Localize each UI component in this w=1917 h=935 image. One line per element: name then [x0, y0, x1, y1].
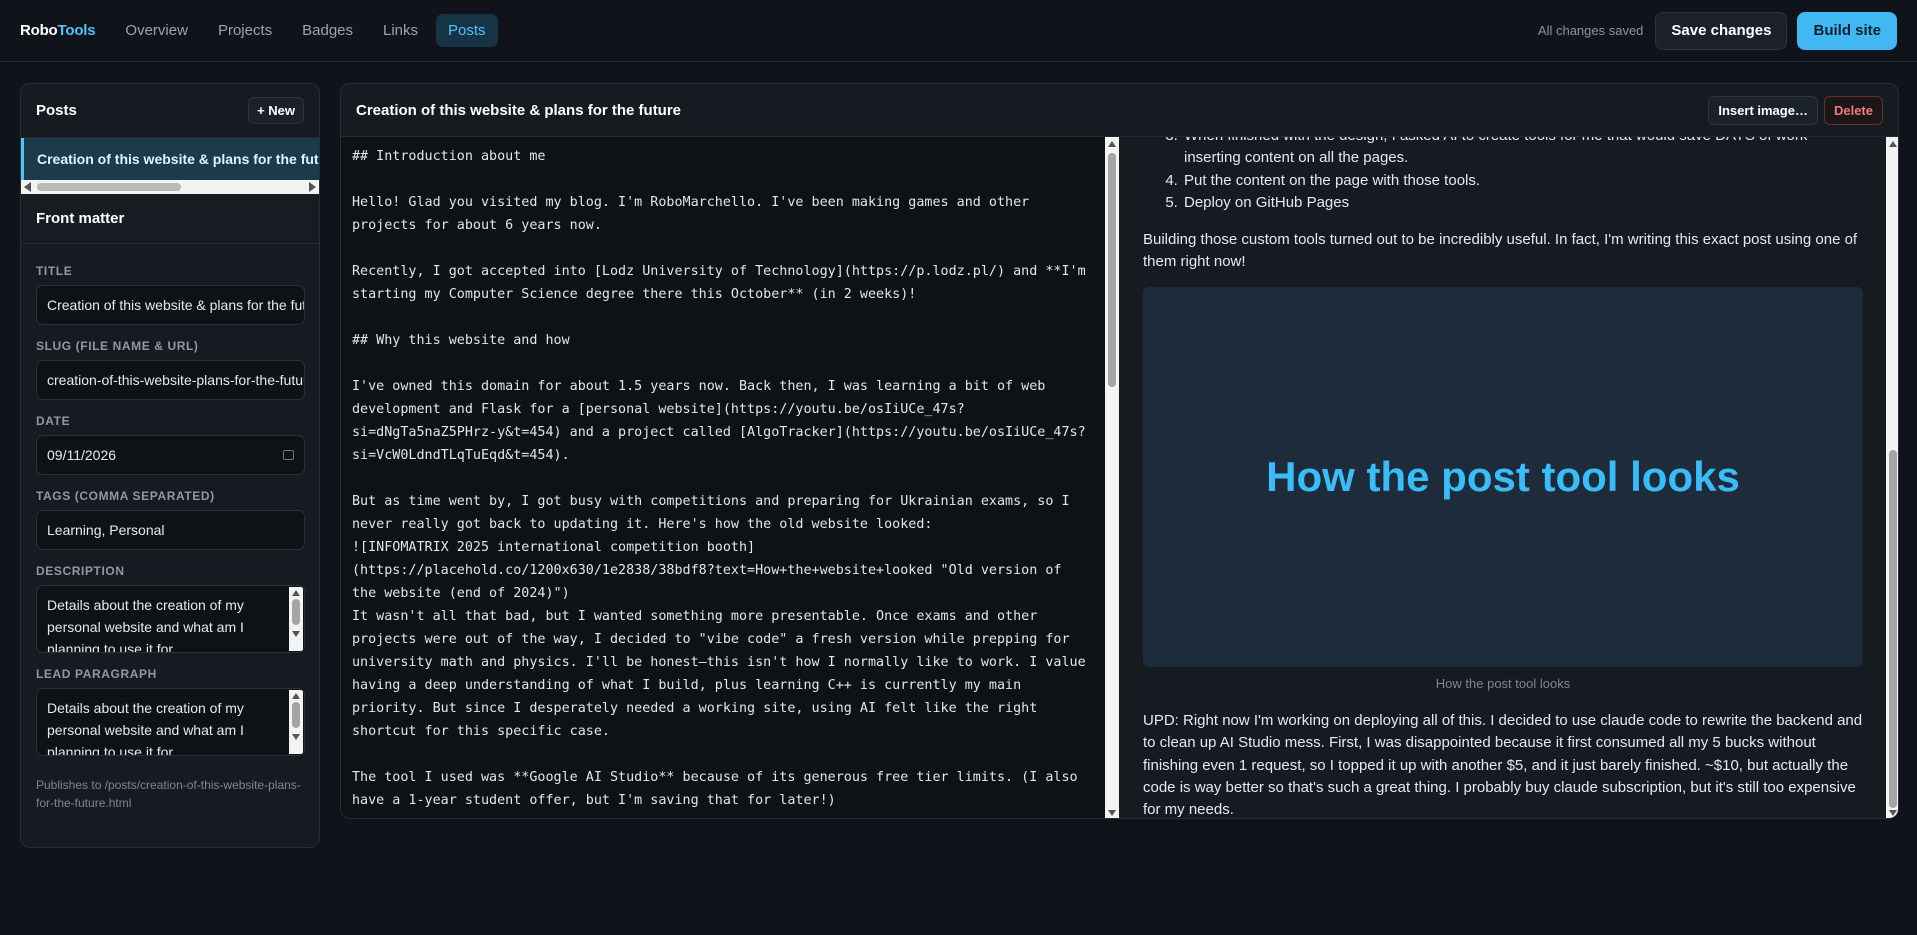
date-value: 09/11/2026	[47, 447, 117, 463]
publish-path-note: Publishes to /posts/creation-of-this-web…	[36, 778, 301, 810]
tags-input[interactable]: Learning, Personal	[36, 510, 305, 550]
lead-label: LEAD PARAGRAPH	[36, 667, 157, 681]
scroll-up-icon[interactable]	[1889, 141, 1897, 147]
scroll-up-icon[interactable]	[292, 590, 300, 596]
scroll-up-icon[interactable]	[292, 693, 300, 699]
brand-logo[interactable]: RoboTools	[20, 22, 96, 39]
preview-list-item: When finished with the design, I asked A…	[1182, 137, 1863, 170]
brand-name: Robo	[20, 22, 58, 39]
top-actions: All changes saved Save changes Build sit…	[1537, 11, 1897, 50]
scrollbar-thumb[interactable]	[37, 183, 181, 191]
scrollbar-thumb[interactable]	[1108, 153, 1116, 387]
title-input[interactable]: Creation of this website & plans for the…	[36, 285, 305, 325]
description-label: DESCRIPTION	[36, 564, 125, 578]
post-list-scrollbar[interactable]	[21, 180, 319, 194]
save-changes-button[interactable]: Save changes	[1655, 11, 1788, 50]
markdown-preview: When finished with the design, I asked A…	[1119, 137, 1898, 819]
preview-scrollbar[interactable]	[1886, 137, 1898, 818]
scrollbar-thumb[interactable]	[1889, 450, 1897, 808]
nav-links[interactable]: Links	[371, 14, 430, 47]
posts-title: Posts	[36, 102, 77, 119]
scroll-down-icon[interactable]	[1889, 810, 1897, 816]
nav-badges[interactable]: Badges	[290, 14, 365, 47]
title-label: TITLE	[36, 264, 73, 278]
description-value: Details about the creation of my persona…	[47, 597, 244, 653]
preview-paragraph: Building those custom tools turned out t…	[1143, 230, 1858, 271]
lead-scrollbar[interactable]	[289, 690, 303, 754]
markdown-text[interactable]: ## Introduction about me Hello! Glad you…	[341, 137, 1103, 812]
markdown-editor[interactable]: ## Introduction about me Hello! Glad you…	[341, 137, 1119, 818]
new-post-button[interactable]: + New	[248, 97, 304, 124]
tags-label: TAGS (COMMA SEPARATED)	[36, 489, 215, 503]
scroll-right-icon[interactable]	[309, 182, 316, 192]
scroll-down-icon[interactable]	[292, 734, 300, 740]
slug-input[interactable]: creation-of-this-website-plans-for-the-f…	[36, 360, 305, 400]
preview-image: How the post tool looks	[1143, 287, 1863, 668]
editor-actions: Insert image… Delete	[1708, 95, 1883, 125]
post-list-item[interactable]: Creation of this website & plans for the…	[21, 138, 319, 180]
save-status: All changes saved	[1537, 23, 1644, 38]
scrollbar-thumb[interactable]	[292, 702, 300, 728]
preview-paragraph-upd: UPD: Right now I'm working on deploying …	[1143, 711, 1863, 819]
preview-list-item: Put the content on the page with those t…	[1182, 170, 1863, 192]
description-textarea[interactable]: Details about the creation of my persona…	[36, 585, 305, 653]
posts-header: Posts + New	[21, 84, 319, 138]
preview-image-caption: How the post tool looks	[1435, 676, 1571, 692]
calendar-icon[interactable]	[283, 450, 294, 460]
markdown-scrollbar[interactable]	[1105, 137, 1119, 818]
nav-posts[interactable]: Posts	[436, 14, 498, 47]
preview-list-item: Deploy on GitHub Pages	[1182, 192, 1863, 214]
front-matter-title: Front matter	[21, 194, 319, 244]
preview-image-text: How the post tool looks	[1266, 453, 1740, 501]
scrollbar-thumb[interactable]	[292, 599, 300, 625]
front-matter-form: TITLE Creation of this website & plans f…	[21, 244, 319, 812]
preview-list: When finished with the design, I asked A…	[1143, 137, 1863, 215]
editor-title: Creation of this website & plans for the…	[356, 101, 682, 119]
nav-overview[interactable]: Overview	[113, 14, 200, 47]
scroll-down-icon[interactable]	[292, 631, 300, 637]
lead-value: Details about the creation of my persona…	[47, 700, 244, 756]
scroll-up-icon[interactable]	[1108, 141, 1116, 147]
scroll-down-icon[interactable]	[1108, 810, 1116, 816]
scroll-left-icon[interactable]	[24, 182, 31, 192]
slug-label: SLUG (FILE NAME & URL)	[36, 339, 199, 353]
posts-sidebar: Posts + New Creation of this website & p…	[20, 83, 320, 848]
build-site-button[interactable]: Build site	[1797, 11, 1897, 50]
brand-accent: Tools	[57, 22, 96, 39]
main-nav: Overview Projects Badges Links Posts	[113, 14, 498, 47]
editor-header: Creation of this website & plans for the…	[341, 84, 1898, 137]
top-nav-bar: RoboTools Overview Projects Badges Links…	[0, 0, 1917, 62]
lead-textarea[interactable]: Details about the creation of my persona…	[36, 688, 305, 756]
post-editor: Creation of this website & plans for the…	[340, 83, 1899, 819]
preview-content: When finished with the design, I asked A…	[1143, 137, 1863, 819]
insert-image-button[interactable]: Insert image…	[1708, 95, 1818, 125]
delete-post-button[interactable]: Delete	[1823, 95, 1883, 125]
date-input[interactable]: 09/11/2026	[36, 435, 305, 475]
description-scrollbar[interactable]	[289, 587, 303, 651]
nav-projects[interactable]: Projects	[206, 14, 284, 47]
date-label: DATE	[36, 414, 71, 428]
